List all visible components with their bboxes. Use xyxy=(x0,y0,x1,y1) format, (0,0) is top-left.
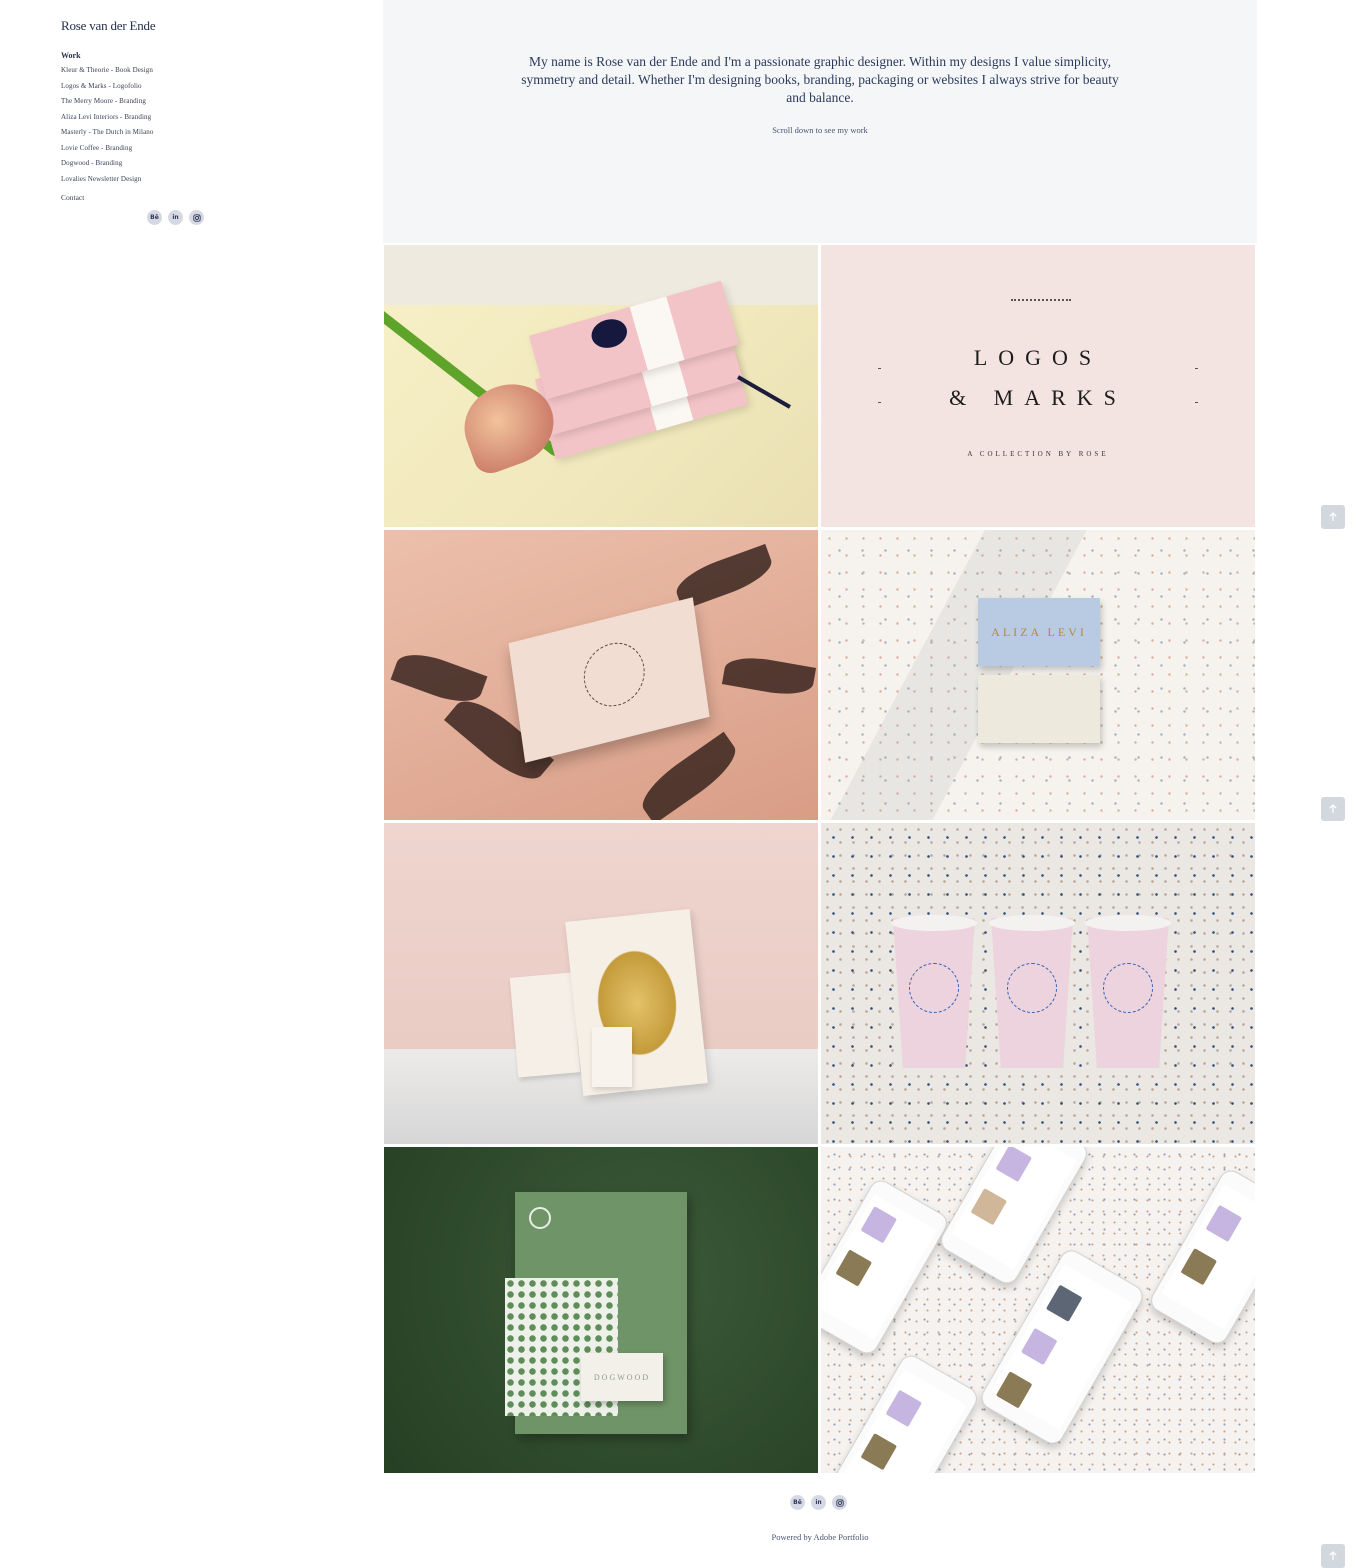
product-image xyxy=(970,1188,1008,1226)
back-to-top-button[interactable] xyxy=(1321,1544,1345,1568)
nav-item-masterly[interactable]: Masterly - The Dutch in Milano xyxy=(61,125,261,141)
nav-item-lovalies-newsletter[interactable]: Lovalies Newsletter Design xyxy=(61,172,261,188)
product-image xyxy=(885,1389,923,1428)
circular-seal xyxy=(579,636,649,713)
book-band xyxy=(629,296,685,371)
phone-screen xyxy=(991,1264,1133,1430)
logos-subtitle: A COLLECTION BY ROSE xyxy=(967,450,1109,458)
project-tile-aliza-levi[interactable]: ALIZA LEVI xyxy=(821,530,1255,820)
cup-logo xyxy=(1007,963,1057,1013)
brochure xyxy=(509,972,581,1078)
project-tile-masterly[interactable] xyxy=(384,823,818,1144)
nav-item-merry-moore[interactable]: The Merry Moore - Branding xyxy=(61,94,261,110)
phone-screen xyxy=(1161,1184,1255,1330)
tile-backdrop xyxy=(384,245,818,305)
project-tile-kleur-theorie[interactable] xyxy=(384,245,818,527)
product-image xyxy=(1045,1284,1083,1322)
decorative-tick xyxy=(878,402,881,403)
back-to-top-button[interactable] xyxy=(1321,797,1345,821)
nav-section-work[interactable]: Work xyxy=(61,49,261,63)
logos-title-line1: LOGOS xyxy=(973,345,1103,370)
sidebar: Rose van der Ende Work Kleur & Theorie -… xyxy=(61,18,261,225)
product-image xyxy=(860,1206,898,1244)
leaf-shadow xyxy=(633,731,745,820)
behance-icon[interactable]: Bē xyxy=(790,1495,805,1510)
phone-screen xyxy=(841,1369,967,1473)
product-image xyxy=(835,1249,873,1287)
nav-item-dogwood[interactable]: Dogwood - Branding xyxy=(61,156,261,172)
business-card-back xyxy=(978,675,1100,743)
powered-by-link[interactable]: Powered by Adobe Portfolio xyxy=(383,1532,1257,1542)
back-to-top-button[interactable] xyxy=(1321,505,1345,529)
leaf-shadow xyxy=(721,652,817,700)
project-tile-merry-moore[interactable] xyxy=(384,530,818,820)
site-title[interactable]: Rose van der Ende xyxy=(61,18,261,34)
linkedin-icon[interactable]: in xyxy=(811,1495,826,1510)
product-image xyxy=(1180,1248,1218,1286)
phone-mockup xyxy=(821,1176,952,1358)
phone-mockup xyxy=(1146,1166,1255,1348)
nav-item-logos-marks[interactable]: Logos & Marks - Logofolio xyxy=(61,79,261,95)
arrow-up-icon xyxy=(1329,1551,1337,1560)
poster xyxy=(565,908,708,1097)
logos-title-line2: & MARKS xyxy=(949,385,1127,410)
dogwood-emblem xyxy=(529,1207,551,1229)
nav-contact[interactable]: Contact xyxy=(61,193,261,202)
dogwood-card: DOGWOOD xyxy=(581,1353,663,1401)
cup-lid xyxy=(989,915,1075,931)
aliza-brand-text: ALIZA LEVI xyxy=(991,624,1087,639)
intro-text: My name is Rose van der Ende and I'm a p… xyxy=(521,54,1119,105)
arrow-up-icon xyxy=(1329,512,1337,521)
arrow-up-icon xyxy=(1329,804,1337,813)
decorative-dots xyxy=(1011,299,1071,301)
project-nav: Work Kleur & Theorie - Book Design Logos… xyxy=(61,49,261,187)
cup-logo xyxy=(1103,963,1153,1013)
decorative-tick xyxy=(878,368,881,369)
business-card xyxy=(508,597,710,763)
nav-item-kleur-theorie[interactable]: Kleur & Theorie - Book Design xyxy=(61,63,261,79)
phone-screen xyxy=(821,1194,937,1340)
project-tile-dogwood[interactable]: DOGWOOD xyxy=(384,1147,818,1473)
cup-logo xyxy=(909,963,959,1013)
product-image xyxy=(1020,1327,1058,1366)
product-image xyxy=(860,1433,898,1471)
scroll-hint: Scroll down to see my work xyxy=(772,125,868,135)
business-card-front: ALIZA LEVI xyxy=(978,598,1100,666)
instagram-icon[interactable] xyxy=(832,1495,847,1510)
product-image xyxy=(1205,1204,1243,1243)
nav-item-aliza-levi[interactable]: Aliza Levi Interiors - Branding xyxy=(61,110,261,126)
product-image xyxy=(995,1147,1033,1183)
small-card xyxy=(592,1027,632,1087)
decorative-tick xyxy=(1195,402,1198,403)
sidebar-social-links: Bē in xyxy=(147,210,261,225)
instagram-icon[interactable] xyxy=(189,210,204,225)
product-image xyxy=(995,1371,1033,1409)
footer-social-links: Bē in xyxy=(790,1495,847,1510)
book-dot xyxy=(588,315,631,352)
phone-screen xyxy=(951,1147,1077,1270)
project-tile-logos-marks[interactable]: LOGOS & MARKS A COLLECTION BY ROSE xyxy=(821,245,1255,527)
leaf-shadow xyxy=(390,645,488,711)
project-tile-lovalies-newsletter[interactable] xyxy=(821,1147,1255,1473)
behance-icon[interactable]: Bē xyxy=(147,210,162,225)
project-tile-lovie-coffee[interactable] xyxy=(821,823,1255,1144)
cup-lid xyxy=(891,915,977,931)
nav-item-lovie-coffee[interactable]: Lovie Coffee - Branding xyxy=(61,141,261,157)
phone-mockup xyxy=(826,1351,982,1473)
decorative-tick xyxy=(1195,368,1198,369)
intro-section: My name is Rose van der Ende and I'm a p… xyxy=(383,0,1257,243)
linkedin-icon[interactable]: in xyxy=(168,210,183,225)
cup-lid xyxy=(1085,915,1171,931)
